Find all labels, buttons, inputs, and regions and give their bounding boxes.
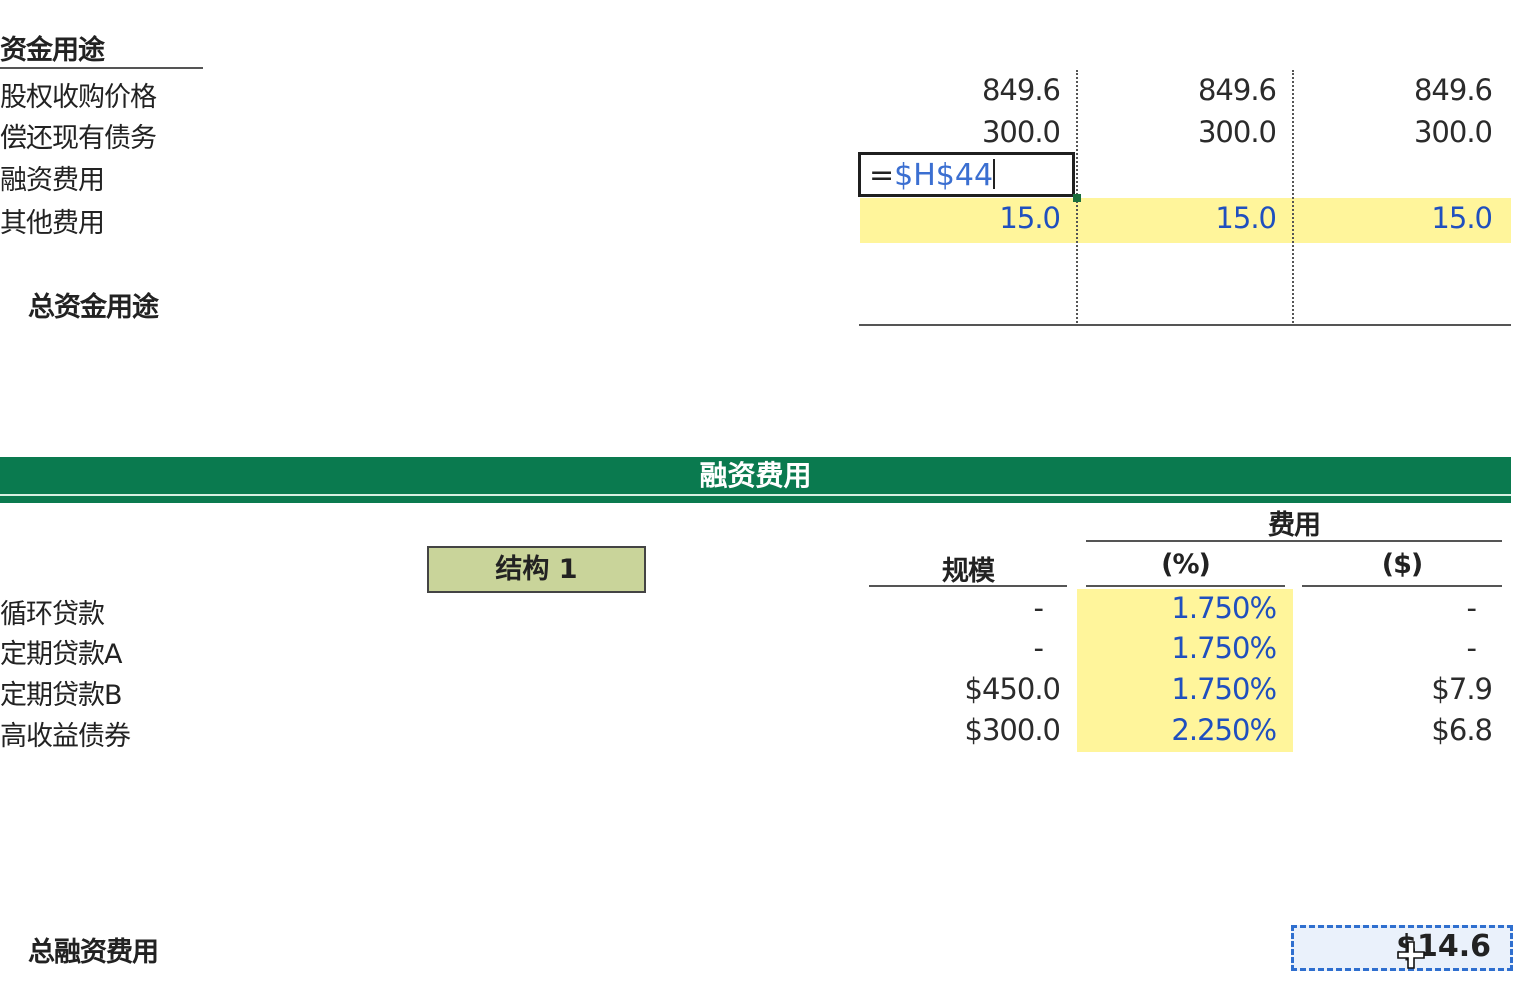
size-cell[interactable]: $300.0 [860,713,1061,747]
total-uses-label: 总资金用途 [28,292,159,323]
row-label-high-yield: 高收益债券 [0,721,131,752]
fee-pct-cell[interactable]: 1.750% [1080,591,1277,625]
size-header: 规模 [942,556,995,587]
row-label-financing-fees: 融资费用 [0,165,105,196]
equity-price-cell[interactable]: 849.6 [1292,73,1493,107]
fee-pct-cell[interactable]: 1.750% [1080,672,1277,706]
header-rule [1302,585,1502,587]
fee-dollar-cell[interactable]: $6.8 [1292,713,1493,747]
repay-debt-cell[interactable]: 300.0 [1292,115,1493,149]
size-cell[interactable]: - [869,631,1044,665]
move-cursor-icon [1397,941,1425,969]
repay-debt-cell[interactable]: 300.0 [1076,115,1277,149]
structure-selector-button[interactable]: 结构 1 [427,546,646,593]
section-banner-title: 融资费用 [699,459,812,492]
row-label-other-fees: 其他费用 [0,208,105,239]
column-separator [1292,70,1294,326]
formula-equals: = [869,158,895,193]
fee-pct-cell[interactable]: 1.750% [1080,631,1277,665]
equity-price-cell[interactable]: 849.6 [860,73,1061,107]
fee-header: 费用 [1268,510,1321,541]
uses-title: 资金用途 [0,35,105,66]
formula-reference: $H$44 [894,158,994,193]
active-cell-editor[interactable]: =$H$44 [858,152,1075,197]
fee-dollar-cell[interactable]: - [1300,631,1477,665]
repay-debt-cell[interactable]: 300.0 [860,115,1061,149]
header-rule [869,585,1067,587]
total-uses-rule [859,324,1511,326]
row-label-repay-debt: 偿还现有债务 [0,123,157,154]
fee-header-rule [1086,540,1502,542]
total-financing-value[interactable]: $14.6 [1291,925,1491,969]
row-label-term-loan-a: 定期贷款A [0,639,122,670]
other-fees-cell[interactable]: 15.0 [1292,201,1493,235]
fee-dollar-header: ($) [1381,549,1423,580]
other-fees-cell[interactable]: 15.0 [1076,201,1277,235]
size-cell[interactable]: $450.0 [860,672,1061,706]
row-label-equity-price: 股权收购价格 [0,82,157,113]
uses-title-underline [0,67,203,69]
text-caret [993,159,996,189]
header-rule [1086,585,1285,587]
row-label-term-loan-b: 定期贷款B [0,680,123,711]
fee-pct-header: (%) [1161,549,1211,580]
size-cell[interactable]: - [869,591,1044,625]
row-label-revolver: 循环贷款 [0,599,105,630]
equity-price-cell[interactable]: 849.6 [1076,73,1277,107]
other-fees-cell[interactable]: 15.0 [860,201,1061,235]
fee-dollar-cell[interactable]: $7.9 [1292,672,1493,706]
total-financing-label: 总融资费用 [28,937,159,968]
spreadsheet: 资金用途 股权收购价格 偿还现有债务 融资费用 其他费用 849.6 849.6… [0,0,1526,992]
fee-pct-cell[interactable]: 2.250% [1080,713,1277,747]
fee-dollar-cell[interactable]: - [1300,591,1477,625]
banner-divider [0,494,1511,496]
